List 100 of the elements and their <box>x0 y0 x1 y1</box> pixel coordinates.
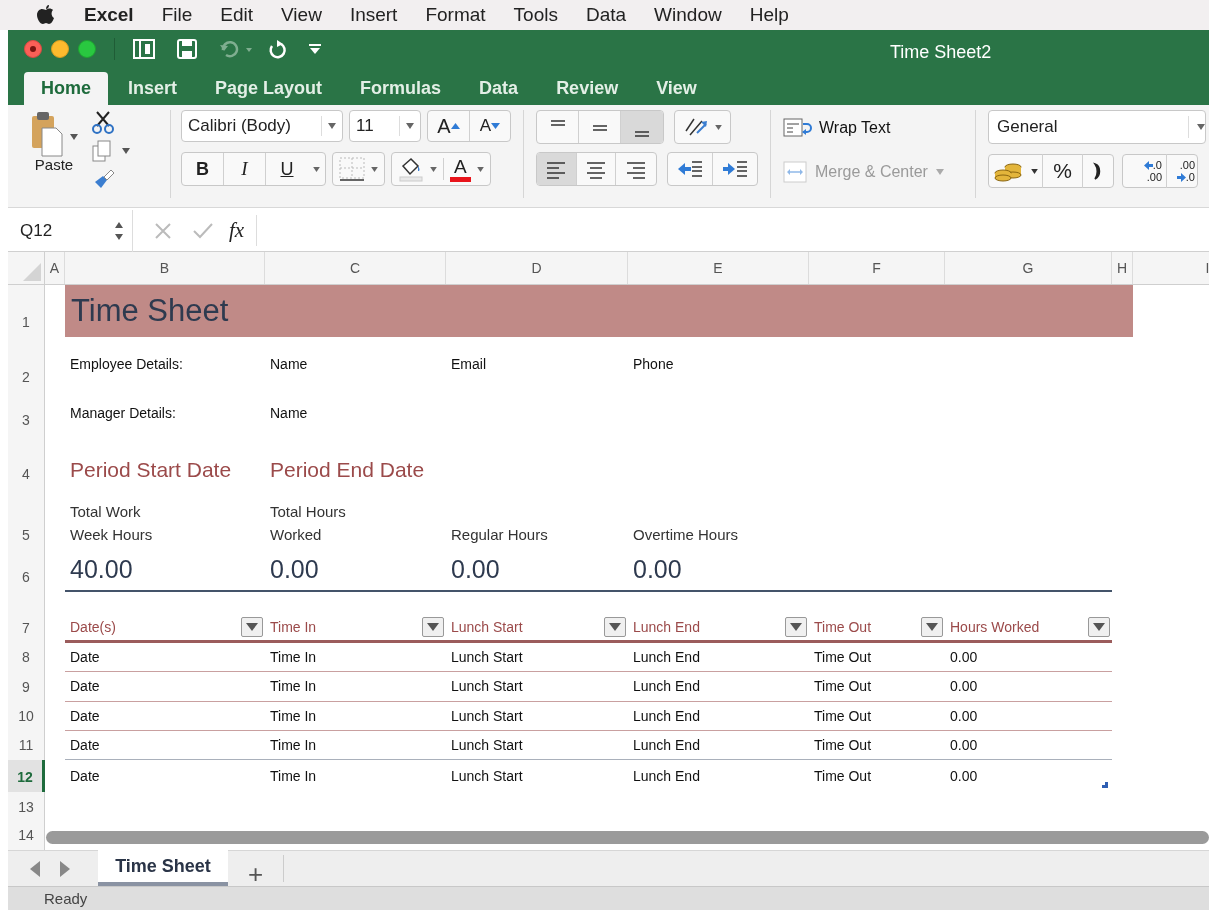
column-heading: Time Out <box>814 618 872 637</box>
cell-text: Time Out <box>814 766 872 786</box>
cell-text: 0.00 <box>950 766 978 786</box>
row-header[interactable]: 4 <box>8 435 45 489</box>
ribbon-tab[interactable]: View <box>638 72 715 105</box>
column-header[interactable]: E <box>628 252 809 284</box>
cell-text: 0.00 <box>950 735 978 755</box>
cell-text: 0.00 <box>950 706 978 726</box>
column-header[interactable]: A <box>45 252 65 284</box>
cell-text: Period Start Date <box>70 456 232 483</box>
menu-item[interactable]: Window <box>654 0 722 30</box>
cell-text: Time In <box>270 677 317 696</box>
ribbon-tab[interactable]: Data <box>461 72 537 105</box>
increase-font-size-button[interactable]: A <box>428 111 470 141</box>
insert-function-button[interactable]: fx <box>229 214 258 247</box>
cell-text: Date <box>70 766 100 786</box>
cell-text: Date <box>70 647 100 667</box>
row-header[interactable]: 1 <box>8 285 45 337</box>
underline-button[interactable]: U <box>266 153 308 185</box>
menu-item[interactable]: Excel <box>84 0 134 30</box>
ribbon-tab[interactable]: Page Layout <box>197 72 341 105</box>
menu-item[interactable]: Insert <box>349 0 398 30</box>
menu-item[interactable]: View <box>281 0 322 30</box>
column-heading: Hours Worked <box>950 618 1040 637</box>
cell-text: Time In <box>270 766 317 786</box>
row-header[interactable]: 7 <box>8 592 45 643</box>
menu-item[interactable]: Edit <box>220 0 254 30</box>
cell-text: Regular Hours <box>451 524 548 545</box>
menu-item[interactable]: Data <box>585 0 627 30</box>
cell-text: Date <box>70 735 100 755</box>
column-header[interactable]: I <box>1133 252 1209 284</box>
paste-button[interactable]: Paste <box>24 110 84 190</box>
row-header[interactable]: 10 <box>8 702 45 731</box>
number-format-dropdown[interactable]: General <box>988 110 1206 144</box>
cell-text: Date <box>70 706 100 726</box>
column-header[interactable]: F <box>809 252 945 284</box>
cell-text: Lunch End <box>633 766 700 786</box>
ribbon-tab[interactable]: Insert <box>110 72 196 105</box>
menu-item[interactable]: Tools <box>513 0 558 30</box>
row-header[interactable]: 14 <box>8 822 45 850</box>
ribbon-tab[interactable]: Formulas <box>342 72 460 105</box>
cell-text: Total Work Week Hours <box>70 502 154 545</box>
column-header[interactable]: C <box>265 252 446 284</box>
cell-text: Time Out <box>814 706 872 726</box>
column-heading: Lunch End <box>633 618 700 637</box>
wrap-text-button[interactable]: Wrap Text <box>783 116 963 140</box>
column-header[interactable]: G <box>945 252 1112 284</box>
cell-text: Name <box>270 404 308 423</box>
increase-decimal-button[interactable]: .0 .00 <box>1123 154 1167 188</box>
ribbon-tab[interactable]: Home <box>24 72 108 105</box>
row-header[interactable]: 9 <box>8 672 45 702</box>
sheet-tab[interactable]: Time Sheet <box>98 850 228 886</box>
cell-text: Lunch Start <box>451 735 523 755</box>
column-header[interactable]: H <box>1112 252 1133 284</box>
cell-text: Time In <box>270 706 317 726</box>
cell-text: Time Out <box>814 647 872 667</box>
ribbon-tab[interactable]: Review <box>538 72 637 105</box>
cell-text: 40.00 <box>70 553 133 585</box>
cell-text: 0.00 <box>950 647 978 667</box>
row-header[interactable]: 11 <box>8 731 45 760</box>
cell-text: Time Out <box>814 677 872 696</box>
menu-item[interactable]: Format <box>425 0 486 30</box>
row-header[interactable]: 6 <box>8 550 45 592</box>
column-header[interactable]: D <box>446 252 628 284</box>
decrease-decimal-button[interactable]: .00 .0 <box>1167 154 1197 188</box>
cell-text: 0.00 <box>270 553 319 585</box>
cell-text: Lunch Start <box>451 766 523 786</box>
cell-text: Lunch End <box>633 647 700 667</box>
cell-text: Employee Details: <box>70 355 183 374</box>
cell-text: Time In <box>270 647 317 667</box>
cell-text: Phone <box>633 355 674 374</box>
italic-button[interactable]: I <box>224 153 266 185</box>
cell-text: Email <box>451 355 486 374</box>
add-sheet-button[interactable]: + <box>228 855 284 882</box>
status-text: Ready <box>44 889 88 908</box>
cell-text: Lunch End <box>633 706 700 726</box>
menu-item[interactable]: File <box>161 0 193 30</box>
name-box[interactable]: Q12 <box>8 209 133 252</box>
bold-button[interactable]: B <box>182 153 224 185</box>
cell-text: Date <box>70 677 100 696</box>
row-header[interactable]: 13 <box>8 792 45 822</box>
cell-text: Lunch Start <box>451 706 523 726</box>
font-name-dropdown[interactable]: Calibri (Body) <box>181 110 343 142</box>
cell-text: Lunch End <box>633 677 700 696</box>
font-size-dropdown[interactable]: 11 <box>349 110 421 142</box>
row-header[interactable]: 3 <box>8 392 45 435</box>
column-heading: Lunch Start <box>451 618 523 637</box>
cell-text: 0.00 <box>950 677 978 696</box>
cell-text: Overtime Hours <box>633 524 739 545</box>
row-header[interactable]: 12 <box>8 760 45 792</box>
decrease-font-size-button[interactable]: A <box>470 111 510 141</box>
cell-text: Manager Details: <box>70 404 176 423</box>
row-header[interactable]: 2 <box>8 337 45 392</box>
row-header[interactable]: 5 <box>8 489 45 550</box>
column-header[interactable]: B <box>65 252 265 284</box>
cell-text: Lunch End <box>633 735 700 755</box>
menu-item[interactable]: Help <box>749 0 789 30</box>
cell-text: Total Hours Worked <box>270 502 347 545</box>
row-header[interactable]: 8 <box>8 643 45 672</box>
font-color-button[interactable]: A <box>450 156 471 182</box>
